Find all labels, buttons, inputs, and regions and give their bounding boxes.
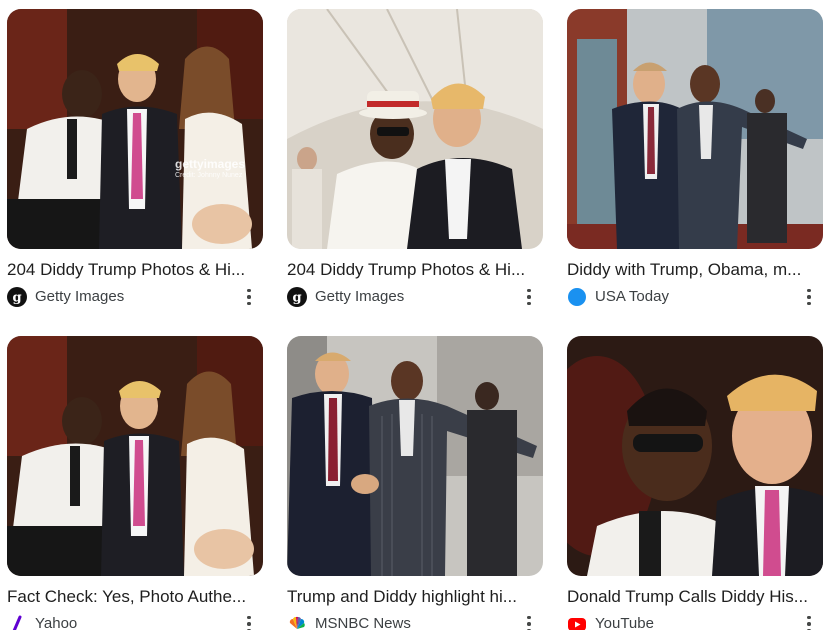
result-source[interactable]: USA Today <box>595 287 669 307</box>
more-options-icon[interactable] <box>519 614 539 630</box>
msnbc-peacock-icon <box>287 614 307 630</box>
more-options-icon[interactable] <box>799 287 819 307</box>
more-options-icon[interactable] <box>239 614 259 630</box>
svg-text:g: g <box>12 291 21 306</box>
result-title[interactable]: Diddy with Trump, Obama, m... <box>567 259 819 281</box>
result-source[interactable]: Getty Images <box>35 287 124 307</box>
result-card[interactable]: gettyimages Credit: Johnny Nunez 204 Did… <box>7 9 263 308</box>
result-card[interactable]: Trump and Diddy highlight hi... MSNBC Ne… <box>287 336 543 630</box>
result-card[interactable]: Donald Trump Calls Diddy His... YouTube <box>567 336 823 630</box>
result-title[interactable]: Trump and Diddy highlight hi... <box>287 586 539 608</box>
more-options-icon[interactable] <box>239 287 259 307</box>
svg-text:g: g <box>292 291 301 306</box>
photo-thumbnail <box>7 336 263 576</box>
photo-thumbnail <box>7 9 263 249</box>
usa-today-icon <box>567 287 587 307</box>
result-source-row: g Getty Images <box>7 286 263 308</box>
getty-icon: g <box>7 287 27 307</box>
photo-thumbnail <box>567 9 823 249</box>
result-source[interactable]: Getty Images <box>315 287 404 307</box>
result-source-row: USA Today <box>567 286 823 308</box>
result-card[interactable]: Diddy with Trump, Obama, m... USA Today <box>567 9 823 308</box>
result-title[interactable]: Fact Check: Yes, Photo Authe... <box>7 586 259 608</box>
result-source[interactable]: Yahoo <box>35 614 77 630</box>
result-title[interactable]: Donald Trump Calls Diddy His... <box>567 586 819 608</box>
result-thumbnail[interactable]: gettyimages Credit: Johnny Nunez <box>7 9 263 249</box>
image-results-grid: gettyimages Credit: Johnny Nunez 204 Did… <box>0 0 829 630</box>
result-thumbnail[interactable] <box>567 9 823 249</box>
more-options-icon[interactable] <box>799 614 819 630</box>
result-source[interactable]: MSNBC News <box>315 614 411 630</box>
result-card[interactable]: Fact Check: Yes, Photo Authe... Yahoo <box>7 336 263 630</box>
result-source-row: YouTube <box>567 613 823 630</box>
getty-icon: g <box>287 287 307 307</box>
photo-credit: Credit: Johnny Nunez <box>175 172 243 179</box>
getty-watermark: gettyimages <box>175 157 246 171</box>
result-title[interactable]: 204 Diddy Trump Photos & Hi... <box>287 259 539 281</box>
photo-thumbnail <box>287 9 543 249</box>
result-thumbnail[interactable] <box>287 9 543 249</box>
result-thumbnail[interactable] <box>567 336 823 576</box>
result-source[interactable]: YouTube <box>595 614 654 630</box>
result-source-row: MSNBC News <box>287 613 543 630</box>
result-title[interactable]: 204 Diddy Trump Photos & Hi... <box>7 259 259 281</box>
result-thumbnail[interactable] <box>7 336 263 576</box>
photo-thumbnail <box>567 336 823 576</box>
result-source-row: Yahoo <box>7 613 263 630</box>
result-source-row: g Getty Images <box>287 286 543 308</box>
youtube-icon <box>567 614 587 630</box>
yahoo-icon <box>7 614 27 630</box>
result-thumbnail[interactable] <box>287 336 543 576</box>
more-options-icon[interactable] <box>519 287 539 307</box>
result-card[interactable]: 204 Diddy Trump Photos & Hi... g Getty I… <box>287 9 543 308</box>
photo-thumbnail <box>287 336 543 576</box>
